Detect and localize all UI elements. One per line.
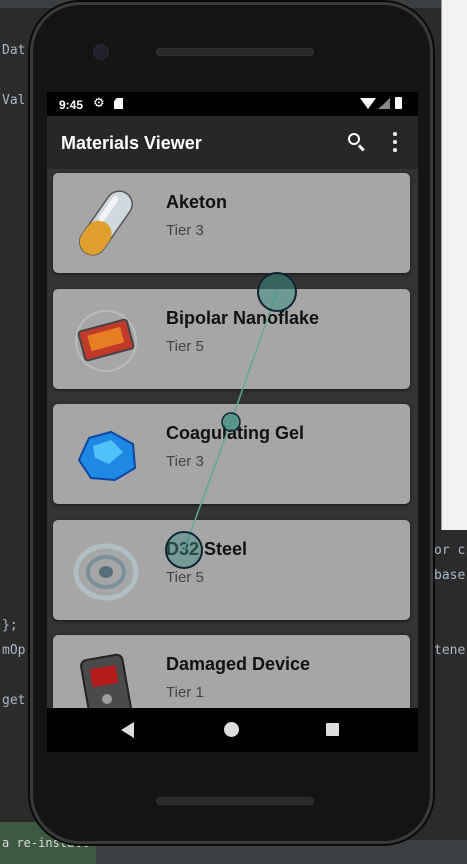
cell-signal-icon [378,98,390,109]
app-bar: Materials Viewer [47,116,418,169]
search-icon[interactable] [345,130,369,154]
ide-code-fragment: base [434,568,466,583]
status-bar: 9:45 ⚙ [47,92,418,116]
device-icon [71,647,141,708]
materials-list[interactable]: Aketon Tier 3 Bipolar Nanoflake Tier 5 Coagu… [47,169,418,708]
ide-code-fragment: Val [2,93,26,108]
top-speaker [156,48,314,56]
ide-code-fragment: mOp [2,643,26,658]
nanoflake-chip-icon [71,301,141,377]
home-circle-icon[interactable] [224,722,239,737]
material-card[interactable]: Coagulating Gel Tier 3 [53,404,410,504]
material-name: D32 Steel [166,539,248,559]
material-card[interactable]: D32 Steel Tier 5 [53,520,410,620]
navigation-bar [47,708,418,752]
app-title: Materials Viewer [61,133,202,153]
material-tier: Tier 3 [166,453,204,470]
wifi-icon [360,98,376,109]
ide-code-fragment: Dat [2,43,26,58]
material-name: Aketon [166,192,228,212]
phone-screen: 9:45 ⚙ Materials Viewer Aketon Tier 3 Bipo… [47,92,418,752]
overflow-menu-icon[interactable] [385,130,405,154]
status-time: 9:45 [59,98,84,112]
bottom-speaker [156,797,314,805]
material-tier: Tier 5 [166,569,204,586]
back-triangle-icon[interactable] [121,722,134,738]
material-tier: Tier 3 [166,222,204,239]
ide-code-fragment: get [2,693,26,708]
capsule-icon [71,185,141,261]
ide-code-fragment: tene [434,643,466,658]
sd-card-icon [114,98,123,109]
gear-icon: ⚙ [93,96,105,111]
material-name: Coagulating Gel [166,423,305,443]
material-tier: Tier 1 [166,684,204,701]
material-card[interactable]: Aketon Tier 3 [53,173,410,273]
ide-code-fragment: }; [2,618,18,633]
recents-square-icon[interactable] [326,723,339,736]
material-card[interactable]: Bipolar Nanoflake Tier 5 [53,289,410,389]
ide-code-fragment: or c [434,543,466,558]
front-camera [93,44,109,60]
blue-gel-icon [71,416,141,492]
ide-tool-panel [441,0,467,530]
battery-icon [395,97,402,109]
material-tier: Tier 5 [166,338,204,355]
material-name: Bipolar Nanoflake [166,308,320,328]
steel-coil-icon [71,532,141,608]
material-card[interactable]: Damaged Device Tier 1 [53,635,410,708]
material-name: Damaged Device [166,654,311,674]
